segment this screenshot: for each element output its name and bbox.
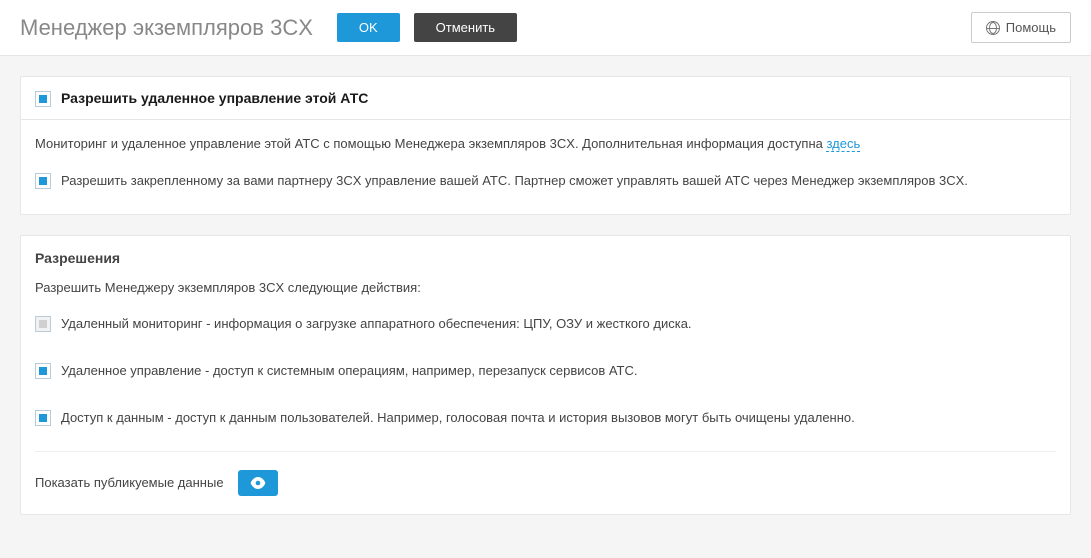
remote-panel-title: Разрешить удаленное управление этой АТС bbox=[61, 90, 368, 106]
perm-data-access-checkbox[interactable] bbox=[35, 410, 51, 426]
permissions-panel: Разрешения Разрешить Менеджеру экземпляр… bbox=[20, 235, 1071, 515]
remote-info-link[interactable]: здесь bbox=[826, 136, 860, 152]
perm-monitoring-label: Удаленный мониторинг - информация о загр… bbox=[61, 314, 692, 335]
remote-management-panel: Разрешить удаленное управление этой АТС … bbox=[20, 76, 1071, 215]
perm-management-label: Удаленное управление - доступ к системны… bbox=[61, 361, 638, 382]
eye-icon bbox=[250, 477, 266, 489]
permissions-title: Разрешения bbox=[35, 250, 1056, 266]
perm-monitoring-checkbox bbox=[35, 316, 51, 332]
page-header: Менеджер экземпляров 3CX OK Отменить Пом… bbox=[0, 0, 1091, 56]
globe-icon bbox=[986, 21, 1000, 35]
permissions-intro: Разрешить Менеджеру экземпляров 3CX след… bbox=[35, 278, 1056, 299]
remote-panel-header: Разрешить удаленное управление этой АТС bbox=[21, 77, 1070, 120]
remote-info-prefix: Мониторинг и удаленное управление этой А… bbox=[35, 136, 826, 151]
ok-button[interactable]: OK bbox=[337, 13, 400, 42]
enable-remote-checkbox[interactable] bbox=[35, 91, 51, 107]
divider bbox=[35, 451, 1056, 452]
show-published-label: Показать публикуемые данные bbox=[35, 475, 224, 490]
page-title: Менеджер экземпляров 3CX bbox=[20, 15, 313, 41]
perm-management-checkbox[interactable] bbox=[35, 363, 51, 379]
cancel-button[interactable]: Отменить bbox=[414, 13, 517, 42]
show-published-button[interactable] bbox=[238, 470, 278, 496]
remote-info-text: Мониторинг и удаленное управление этой А… bbox=[35, 134, 1056, 155]
help-label: Помощь bbox=[1006, 20, 1056, 35]
help-button[interactable]: Помощь bbox=[971, 12, 1071, 43]
perm-data-access-label: Доступ к данным - доступ к данным пользо… bbox=[61, 408, 855, 429]
partner-access-label: Разрешить закрепленному за вами партнеру… bbox=[61, 171, 968, 192]
partner-access-checkbox[interactable] bbox=[35, 173, 51, 189]
